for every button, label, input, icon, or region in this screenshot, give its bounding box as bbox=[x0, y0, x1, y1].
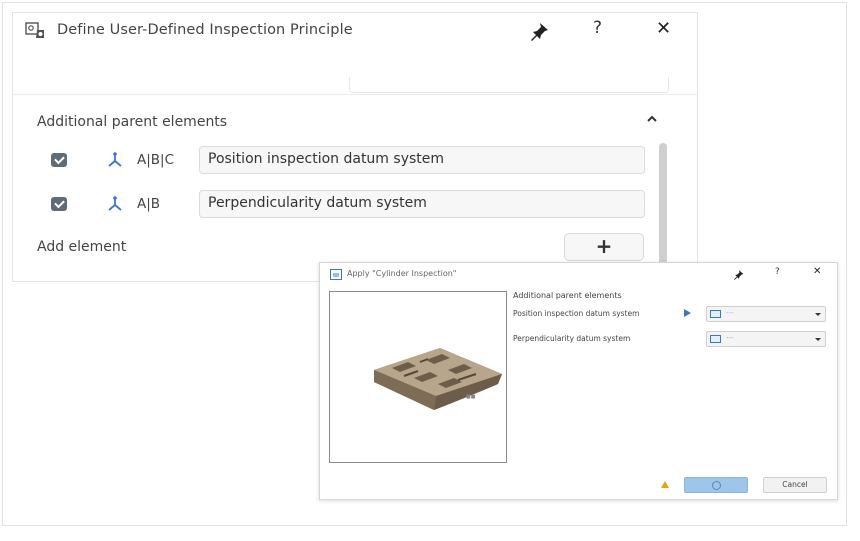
dialog-window-icon bbox=[330, 269, 342, 280]
datum-code: A|B|C bbox=[137, 152, 175, 168]
active-row-arrow-icon bbox=[684, 309, 691, 317]
datum-select-icon bbox=[710, 310, 721, 318]
add-element-label: Add element bbox=[37, 239, 127, 255]
caret-down-icon bbox=[815, 313, 821, 316]
svg-text:■■: ■■ bbox=[466, 394, 476, 400]
pin-icon[interactable] bbox=[529, 21, 551, 41]
parent-element-row: A|B|C Position inspection datum system bbox=[13, 146, 653, 174]
datum-select-icon bbox=[710, 335, 721, 343]
datum-system-field[interactable]: Position inspection datum system bbox=[199, 146, 645, 174]
row-checkbox[interactable] bbox=[51, 153, 67, 167]
select-value: --- bbox=[726, 309, 734, 317]
dialog-header: Define User-Defined Inspection Principle… bbox=[13, 13, 697, 53]
obscured-previous-section bbox=[13, 53, 697, 95]
cancel-button[interactable]: Cancel bbox=[763, 477, 827, 493]
chevron-up-icon[interactable] bbox=[645, 112, 659, 126]
datum-row-label: Perpendicularity datum system bbox=[513, 334, 631, 343]
cylinder-part-image: ■■ bbox=[374, 348, 502, 410]
part-preview: ■■ bbox=[329, 291, 507, 463]
section-title: Additional parent elements bbox=[37, 114, 228, 130]
datum-row-label: Position inspection datum system bbox=[513, 309, 640, 318]
datum-system-select[interactable]: --- bbox=[706, 331, 826, 347]
datum-code: A|B bbox=[137, 196, 161, 212]
obscured-field bbox=[349, 77, 669, 93]
datum-system-icon bbox=[108, 196, 122, 211]
select-value: --- bbox=[726, 334, 734, 342]
datum-system-select[interactable]: --- bbox=[706, 306, 826, 322]
dialog-title: Define User-Defined Inspection Principle bbox=[57, 22, 353, 38]
close-button[interactable]: ✕ bbox=[656, 18, 671, 39]
warning-icon bbox=[661, 481, 669, 488]
apply-cylinder-inspection-dialog: Apply "Cylinder Inspection" ? ✕ ■■ Addit… bbox=[319, 262, 838, 500]
datum-system-icon bbox=[108, 152, 122, 167]
dialog-title: Apply "Cylinder Inspection" bbox=[347, 269, 457, 278]
ok-button[interactable] bbox=[684, 477, 748, 493]
section-title: Additional parent elements bbox=[513, 291, 622, 300]
row-checkbox[interactable] bbox=[51, 197, 67, 211]
help-button[interactable]: ? bbox=[775, 267, 780, 277]
close-button[interactable]: ✕ bbox=[813, 266, 821, 277]
dialog-settings-icon bbox=[25, 22, 44, 38]
define-inspection-principle-dialog: Define User-Defined Inspection Principle… bbox=[12, 12, 698, 282]
scrollbar[interactable] bbox=[659, 143, 667, 273]
parent-element-row: A|B Perpendicularity datum system bbox=[13, 190, 653, 218]
ok-icon bbox=[712, 481, 721, 490]
add-element-button[interactable]: + bbox=[564, 233, 644, 261]
caret-down-icon bbox=[815, 338, 821, 341]
datum-system-field[interactable]: Perpendicularity datum system bbox=[199, 190, 645, 218]
help-button[interactable]: ? bbox=[593, 18, 602, 38]
pin-icon[interactable] bbox=[733, 269, 745, 280]
